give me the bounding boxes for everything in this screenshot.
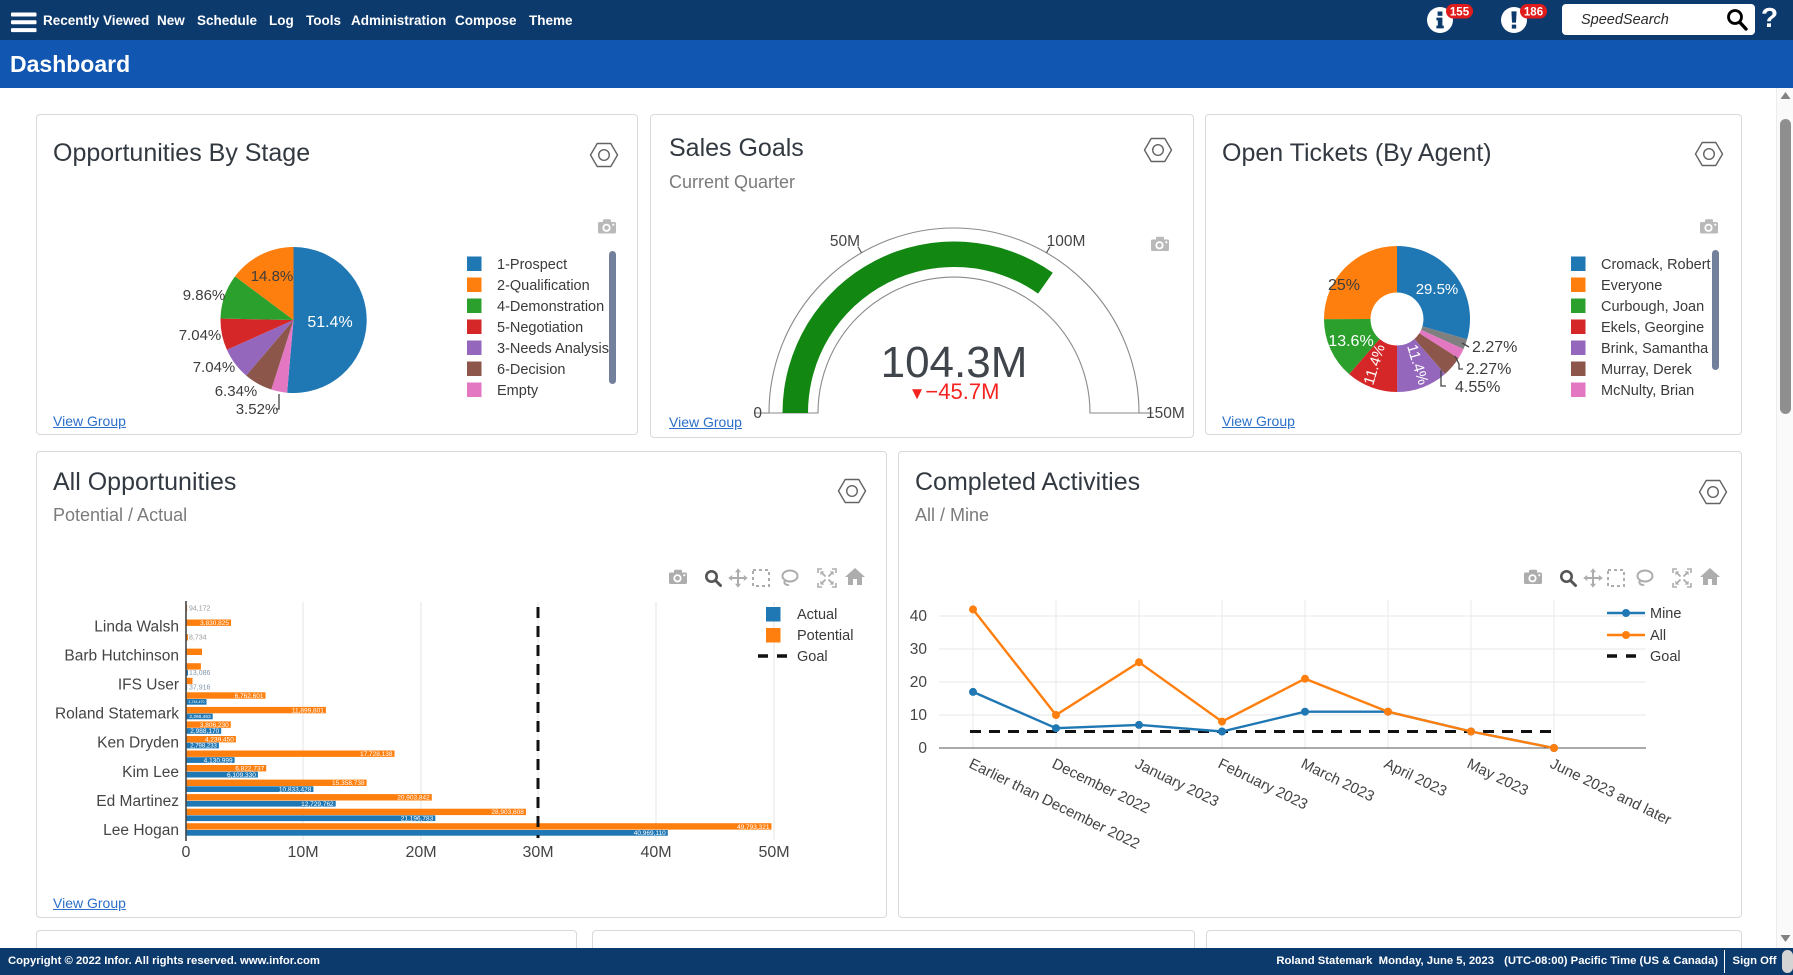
svg-text:155: 155 xyxy=(1450,7,1470,19)
svg-text:186: 186 xyxy=(1524,7,1543,19)
